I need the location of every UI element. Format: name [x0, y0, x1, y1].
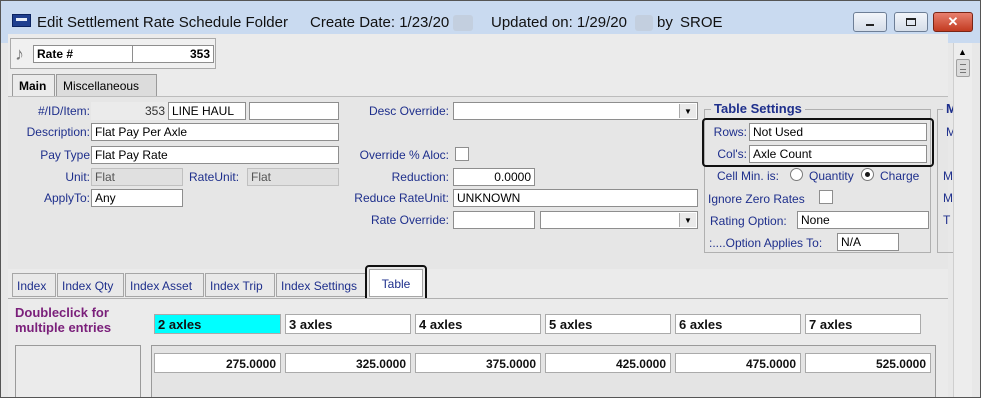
desc-override-label: Desc Override: — [368, 104, 449, 118]
column-header[interactable]: 5 axles — [545, 314, 671, 334]
rate-override-field[interactable] — [453, 211, 535, 229]
option-applies-label: :....Option Applies To: — [709, 236, 823, 250]
subtab-index[interactable]: Index — [12, 273, 56, 297]
reduction-field[interactable]: 0.0000 — [453, 168, 535, 186]
tab-miscellaneous[interactable]: Miscellaneous — [56, 74, 157, 96]
subtab-index-asset[interactable]: Index Asset — [125, 273, 204, 297]
pay-type-field[interactable]: Flat Pay Rate — [91, 146, 339, 164]
cell-min-label: Cell Min. is: — [717, 169, 780, 183]
column-header[interactable]: 2 axles — [154, 314, 281, 334]
table-settings-title: Table Settings — [711, 101, 805, 116]
id-item-label: #/ID/Item: — [37, 104, 90, 118]
apply-to-field[interactable]: Any — [91, 189, 183, 207]
reduction-label: Reduction: — [391, 170, 449, 184]
cut-off-label-3: M — [943, 191, 953, 205]
id-number-field: 353 — [91, 102, 169, 120]
tab-main[interactable]: Main — [12, 74, 55, 96]
pay-type-label: Pay Type — [40, 148, 90, 162]
option-applies-field[interactable]: N/A — [837, 233, 899, 251]
id-item-field[interactable]: LINE HAUL — [168, 102, 246, 120]
rate-unit-label: RateUnit: — [189, 170, 240, 184]
close-button[interactable]: ✕ — [933, 12, 973, 32]
window-title: Edit Settlement Rate Schedule Folder — [37, 14, 288, 31]
maximize-button[interactable] — [894, 12, 928, 32]
charge-label: Charge — [880, 169, 920, 183]
quantity-label: Quantity — [809, 169, 854, 183]
app-window: Edit Settlement Rate Schedule Folder Cre… — [0, 0, 981, 398]
rate-override-label: Rate Override: — [370, 213, 449, 227]
column-header[interactable]: 4 axles — [415, 314, 541, 334]
subtab-index-settings[interactable]: Index Settings — [276, 273, 366, 297]
unit-field: Flat — [91, 168, 183, 186]
chevron-down-icon[interactable]: ▼ — [679, 104, 696, 118]
cut-off-label-4: T — [943, 213, 951, 227]
table-cell[interactable]: 375.0000 — [415, 353, 541, 373]
doubleclick-hint: Doubleclick for multiple entries — [15, 305, 112, 335]
rate-header: ♪ Rate # 353 — [10, 38, 216, 69]
chevron-down-icon[interactable]: ▼ — [679, 213, 696, 227]
description-field[interactable]: Flat Pay Per Axle — [91, 123, 339, 141]
rate-label: Rate # — [33, 45, 133, 63]
close-icon: ✕ — [947, 14, 959, 29]
cut-off-label-2: M — [943, 169, 953, 183]
unit-label: Unit: — [65, 170, 90, 184]
ignore-zero-rates-label: Ignore Zero Rates — [708, 192, 805, 206]
column-header[interactable]: 7 axles — [805, 314, 921, 334]
charge-radio[interactable] — [861, 168, 874, 181]
highlight-box-rows-cols — [702, 118, 934, 167]
reduce-rate-unit-label: Reduce RateUnit: — [354, 191, 449, 205]
scroll-up-icon[interactable]: ▲ — [958, 47, 967, 57]
reduce-rate-unit-field[interactable]: UNKNOWN — [453, 189, 698, 207]
scrollbar-thumb[interactable] — [956, 59, 970, 77]
apply-to-label: ApplyTo: — [43, 191, 90, 205]
subtab-index-trip[interactable]: Index Trip — [205, 273, 275, 297]
row-header — [15, 345, 141, 397]
description-label: Description: — [26, 125, 90, 139]
rating-option-label: Rating Option: — [710, 214, 787, 228]
column-header[interactable]: 3 axles — [285, 314, 411, 334]
vertical-scrollbar[interactable]: ▲ — [953, 43, 972, 397]
table-cell[interactable]: 325.0000 — [285, 353, 411, 373]
rating-option-field[interactable]: None — [797, 211, 929, 229]
id-item-extra-field[interactable] — [249, 102, 339, 120]
ignore-zero-rates-checkbox[interactable] — [819, 190, 833, 204]
maximize-icon — [906, 18, 916, 26]
minimize-button[interactable] — [853, 12, 887, 32]
table-cell[interactable]: 425.0000 — [545, 353, 671, 373]
rate-unit-field: Flat — [247, 168, 339, 186]
table-cell[interactable]: 525.0000 — [805, 353, 931, 373]
override-aloc-label: Override % Aloc: — [359, 148, 449, 162]
updated-by-user: SROE — [680, 14, 723, 31]
redacted-mark — [453, 15, 473, 31]
desc-override-select[interactable]: ▼ — [453, 102, 698, 120]
table-cell[interactable]: 275.0000 — [154, 353, 281, 373]
rate-override-select[interactable]: ▼ — [540, 211, 698, 229]
override-aloc-checkbox[interactable] — [455, 147, 469, 161]
app-logo-icon — [12, 14, 31, 27]
updated-on: Updated on: 1/29/20 — [491, 14, 627, 31]
create-date: Create Date: 1/23/20 — [310, 14, 450, 31]
updated-by-label: by — [657, 14, 673, 31]
column-header[interactable]: 6 axles — [675, 314, 801, 334]
subtab-index-qty[interactable]: Index Qty — [57, 273, 124, 297]
redacted-mark — [635, 15, 653, 31]
quantity-radio[interactable] — [790, 168, 803, 181]
rate-number-field[interactable]: 353 — [132, 45, 214, 63]
minimize-icon — [866, 24, 874, 26]
table-cell[interactable]: 475.0000 — [675, 353, 801, 373]
music-note-icon: ♪ — [15, 44, 24, 64]
